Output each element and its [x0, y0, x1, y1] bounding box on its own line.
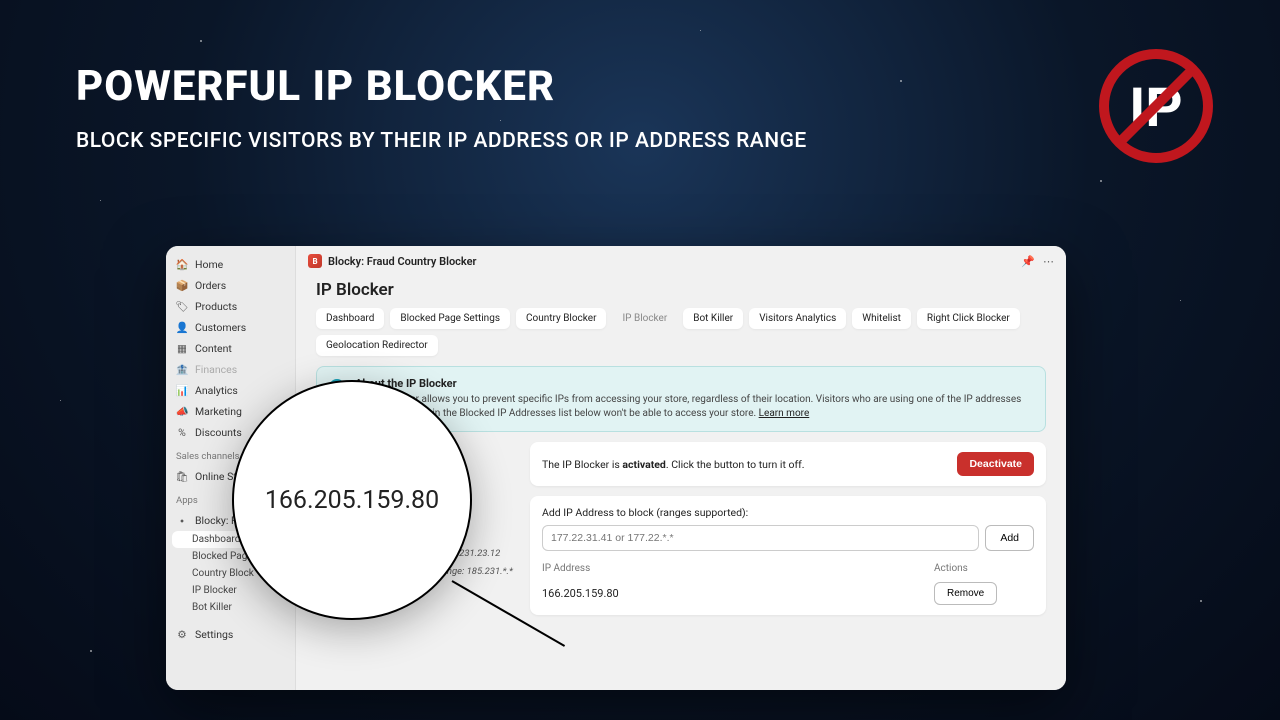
table-row: 166.205.159.80 Remove	[542, 582, 1034, 605]
blocky-app-icon: B	[308, 254, 322, 268]
pin-icon[interactable]: 📌	[1021, 255, 1035, 268]
info-title: About the IP Blocker	[355, 377, 1033, 390]
analytics-icon: 📊	[176, 385, 188, 397]
add-ip-label: Add IP Address to block (ranges supporte…	[542, 506, 1034, 519]
sidebar-item-label: Analytics	[195, 384, 238, 397]
tab-whitelist[interactable]: Whitelist	[852, 308, 911, 329]
sidebar-item-label: Settings	[195, 628, 233, 641]
remove-button[interactable]: Remove	[934, 582, 997, 605]
page-title: IP Blocker	[296, 276, 1066, 308]
discounts-icon: %	[176, 427, 188, 439]
magnified-ip: 166.205.159.80	[265, 486, 439, 515]
tab-country-blocker[interactable]: Country Blocker	[516, 308, 606, 329]
hero-title: POWERFUL IP BLOCKER	[76, 62, 807, 111]
deactivate-button[interactable]: Deactivate	[957, 452, 1034, 476]
sidebar-item-home[interactable]: 🏠 Home	[166, 254, 295, 275]
magnifier-lens: 166.205.159.80	[232, 380, 472, 620]
sidebar-item-label: Customers	[195, 321, 246, 334]
orders-icon: 📦	[176, 280, 188, 292]
ip-block-badge-icon: IP	[1096, 46, 1216, 166]
sidebar-item-orders[interactable]: 📦 Orders	[166, 275, 295, 296]
sidebar-item-content[interactable]: ▦ Content	[166, 338, 295, 359]
products-icon: 🏷	[176, 301, 188, 313]
info-body: The IP Blocker allows you to prevent spe…	[355, 393, 1033, 421]
marketing-icon: 📣	[176, 406, 188, 418]
app-icon: ⬩	[176, 515, 188, 527]
tab-right-click-blocker[interactable]: Right Click Blocker	[917, 308, 1020, 329]
customers-icon: 👤	[176, 322, 188, 334]
more-icon[interactable]: ⋯	[1043, 255, 1054, 268]
sidebar-item-label: Orders	[195, 279, 226, 292]
table-header-ip: IP Address	[542, 563, 934, 574]
finances-icon: 🏦	[176, 364, 188, 376]
ip-input[interactable]	[542, 525, 979, 551]
sidebar-item-analytics[interactable]: 📊 Analytics	[166, 380, 295, 401]
hero: POWERFUL IP BLOCKER BLOCK SPECIFIC VISIT…	[76, 62, 807, 153]
tab-ip-blocker[interactable]: IP Blocker	[612, 308, 677, 329]
tab-visitors-analytics[interactable]: Visitors Analytics	[749, 308, 846, 329]
sidebar-item-label: Content	[195, 342, 232, 355]
sidebar-item-customers[interactable]: 👤 Customers	[166, 317, 295, 338]
ip-cell: 166.205.159.80	[542, 587, 934, 600]
sidebar-item-settings[interactable]: ⚙ Settings	[166, 624, 295, 645]
sidebar-item-label: Marketing	[195, 405, 242, 418]
sidebar-item-label: Discounts	[195, 426, 242, 439]
status-text: The IP Blocker is activated. Click the b…	[542, 458, 805, 471]
app-name: Blocky: Fraud Country Blocker	[328, 255, 476, 268]
tab-geolocation-redirector[interactable]: Geolocation Redirector	[316, 335, 438, 356]
store-icon: 🛍	[176, 471, 188, 483]
gear-icon: ⚙	[176, 629, 188, 641]
sidebar-item-label: Products	[195, 300, 237, 313]
sidebar-item-products[interactable]: 🏷 Products	[166, 296, 295, 317]
table-header-actions: Actions	[934, 563, 1034, 574]
sidebar-sub-bot-killer[interactable]: Bot Killer	[166, 599, 295, 616]
topbar: B Blocky: Fraud Country Blocker 📌 ⋯	[296, 246, 1066, 276]
sidebar-item-label: Home	[195, 258, 223, 271]
status-card: The IP Blocker is activated. Click the b…	[530, 442, 1046, 486]
add-ip-card: Add IP Address to block (ranges supporte…	[530, 496, 1046, 615]
hero-subtitle: BLOCK SPECIFIC VISITORS BY THEIR IP ADDR…	[76, 129, 807, 153]
content-icon: ▦	[176, 343, 188, 355]
tab-blocked-page[interactable]: Blocked Page Settings	[390, 308, 510, 329]
tab-dashboard[interactable]: Dashboard	[316, 308, 384, 329]
tabs: Dashboard Blocked Page Settings Country …	[296, 308, 1066, 366]
learn-more-link[interactable]: Learn more	[759, 408, 810, 419]
sidebar-item-label: Finances	[195, 363, 237, 376]
tab-bot-killer[interactable]: Bot Killer	[683, 308, 743, 329]
add-button[interactable]: Add	[985, 525, 1034, 551]
home-icon: 🏠	[176, 259, 188, 271]
sidebar-item-finances[interactable]: 🏦 Finances	[166, 359, 295, 380]
